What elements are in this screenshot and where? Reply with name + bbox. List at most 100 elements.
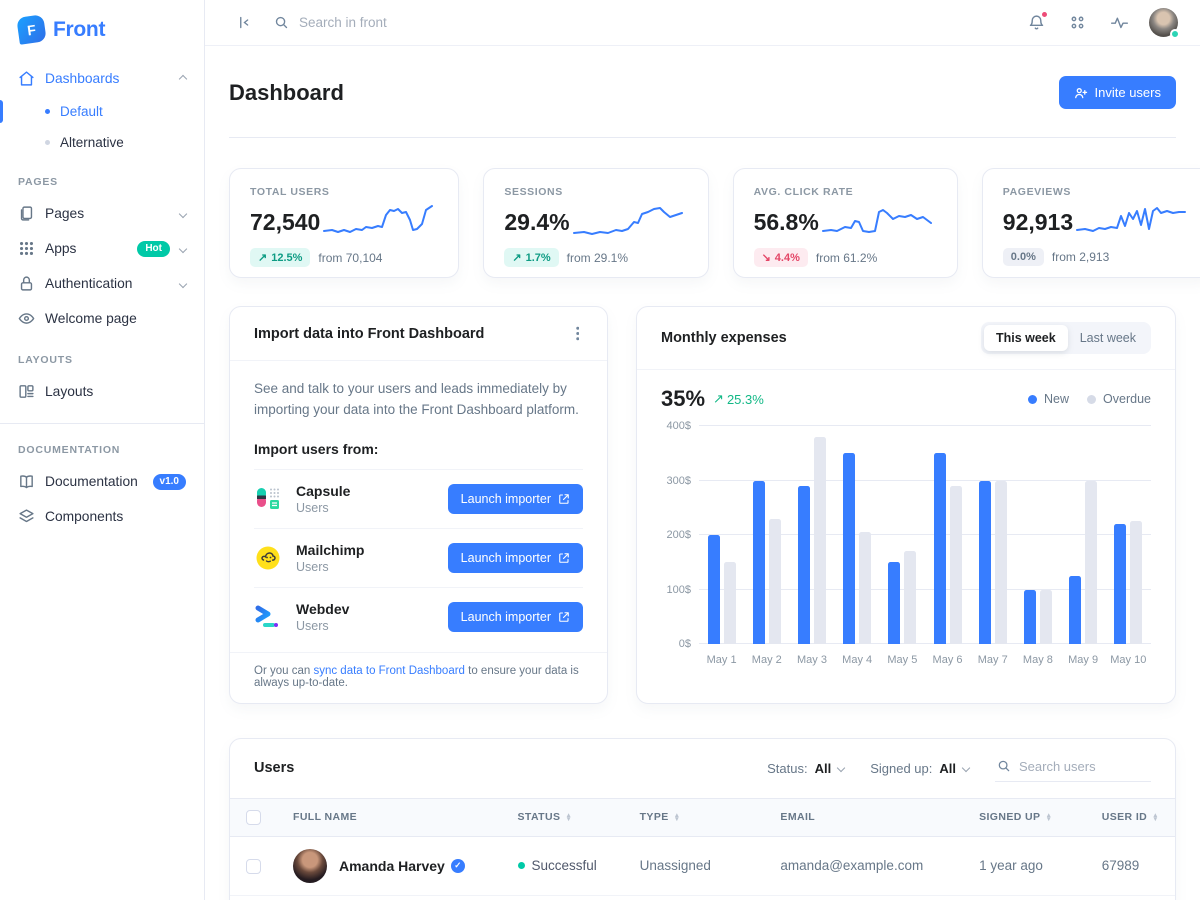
expenses-y-axis: 0$100$200$300$400$ <box>661 426 699 644</box>
bar-new[interactable] <box>1114 524 1126 644</box>
bar-group[interactable]: May 4 <box>843 426 871 644</box>
bar-overdue[interactable] <box>995 481 1007 645</box>
status-filter[interactable]: Status: All <box>767 761 844 776</box>
sidebar-item-apps[interactable]: Apps Hot <box>0 231 204 266</box>
stat-label: PAGEVIEWS <box>1003 186 1191 198</box>
stat-card-total-users[interactable]: TOTAL USERS 72,540 ↗12.5% from 70,104 <box>229 168 459 278</box>
bar-overdue[interactable] <box>769 519 781 644</box>
launch-importer-button[interactable]: Launch importer <box>448 543 583 573</box>
users-search-input[interactable] <box>1019 759 1149 774</box>
sparkline-chart <box>819 200 937 244</box>
sidebar-item-alternative[interactable]: Alternative <box>0 127 204 158</box>
bar-group[interactable]: May 9 <box>1069 426 1097 644</box>
activity-pulse-icon <box>1110 14 1129 31</box>
bar-group[interactable]: May 7 <box>979 426 1007 644</box>
sort-icon[interactable]: ▲▼ <box>1152 814 1159 822</box>
activity-button[interactable] <box>1106 10 1133 35</box>
stat-card-click-rate[interactable]: AVG. CLICK RATE 56.8% ↘4.4% from 61.2% <box>733 168 958 278</box>
sync-data-link[interactable]: sync data to Front Dashboard <box>313 665 465 677</box>
bar-group[interactable]: May 10 <box>1114 426 1142 644</box>
users-search[interactable] <box>995 755 1151 782</box>
sidebar-item-documentation[interactable]: Documentation v1.0 <box>0 464 204 499</box>
sidebar-item-components[interactable]: Components <box>0 499 204 534</box>
bar-group[interactable]: May 1 <box>708 426 736 644</box>
signed-up-filter[interactable]: Signed up: All <box>870 761 969 776</box>
sidebar-item-default[interactable]: Default <box>0 96 204 127</box>
bar-new[interactable] <box>1024 590 1036 645</box>
sidebar: F Front Dashboards Default Alternative P… <box>0 0 205 900</box>
bar-overdue[interactable] <box>1040 590 1052 645</box>
column-signed-up[interactable]: SIGNED UP▲▼ <box>963 798 1086 836</box>
online-status-dot <box>1170 29 1180 39</box>
column-full-name[interactable]: FULL NAME <box>277 798 502 836</box>
bar-overdue[interactable] <box>859 532 871 644</box>
notifications-button[interactable] <box>1024 10 1049 35</box>
column-email[interactable]: EMAIL <box>764 798 963 836</box>
sidebar-item-layouts[interactable]: Layouts <box>0 374 204 409</box>
bar-overdue[interactable] <box>1130 521 1142 644</box>
invite-users-button[interactable]: Invite users <box>1059 76 1176 109</box>
bar-overdue[interactable] <box>724 562 736 644</box>
brand-logo-icon: F <box>16 14 46 44</box>
global-search-input[interactable] <box>299 15 519 30</box>
table-row[interactable]: Amanda Harvey✓ Successful Unassigned ama… <box>230 836 1175 895</box>
select-all-checkbox[interactable] <box>246 810 261 825</box>
bar-group[interactable]: May 3 <box>798 426 826 644</box>
bar-group[interactable]: May 8 <box>1024 426 1052 644</box>
bar-group[interactable]: May 6 <box>934 426 962 644</box>
bar-new[interactable] <box>979 481 991 645</box>
bar-new[interactable] <box>1069 576 1081 644</box>
sort-icon[interactable]: ▲▼ <box>565 814 572 822</box>
import-row-capsule: Capsule Users Launch importer <box>254 469 583 528</box>
bar-overdue[interactable] <box>814 437 826 644</box>
tab-last-week[interactable]: Last week <box>1068 325 1148 351</box>
more-options-button[interactable] <box>572 322 584 345</box>
capsule-logo-icon <box>254 485 282 513</box>
column-status[interactable]: STATUS▲▼ <box>502 798 624 836</box>
sidebar-item-authentication[interactable]: Authentication <box>0 266 204 301</box>
page-header: Dashboard Invite users <box>229 68 1176 138</box>
sort-icon[interactable]: ▲▼ <box>674 814 681 822</box>
user-type: Subscription <box>624 895 765 900</box>
global-search[interactable] <box>274 15 519 30</box>
brand-logo[interactable]: F Front <box>0 10 204 61</box>
user-type: Unassigned <box>624 836 765 895</box>
sort-icon[interactable]: ▲▼ <box>1045 814 1052 822</box>
launch-importer-button[interactable]: Launch importer <box>448 484 583 514</box>
stat-card-pageviews[interactable]: PAGEVIEWS 92,913 0.0% from 2,913 <box>982 168 1200 278</box>
column-type[interactable]: TYPE▲▼ <box>624 798 765 836</box>
grid-icon <box>18 240 35 257</box>
sidebar-item-dashboards[interactable]: Dashboards <box>0 61 204 96</box>
bar-overdue[interactable] <box>950 486 962 644</box>
column-user-id[interactable]: USER ID▲▼ <box>1086 798 1175 836</box>
integration-sub: Users <box>296 619 434 633</box>
y-axis-tick: 100$ <box>667 584 691 596</box>
sidebar-item-pages[interactable]: Pages <box>0 196 204 231</box>
bullet-icon <box>45 109 50 114</box>
bar-new[interactable] <box>708 535 720 644</box>
user-avatar[interactable] <box>1149 8 1178 37</box>
bar-new[interactable] <box>843 453 855 644</box>
sidebar-item-welcome[interactable]: Welcome page <box>0 301 204 336</box>
stat-value: 92,913 <box>1003 209 1073 236</box>
tab-this-week[interactable]: This week <box>984 325 1068 351</box>
bar-new[interactable] <box>798 486 810 644</box>
page-title: Dashboard <box>229 80 344 106</box>
bar-new[interactable] <box>934 453 946 644</box>
collapse-sidebar-button[interactable] <box>233 11 256 34</box>
bar-overdue[interactable] <box>1085 481 1097 645</box>
row-checkbox[interactable] <box>246 859 261 874</box>
stat-card-sessions[interactable]: SESSIONS 29.4% ↗1.7% from 29.1% <box>483 168 708 278</box>
row-import-expenses: Import data into Front Dashboard See and… <box>229 306 1176 704</box>
bar-overdue[interactable] <box>904 551 916 644</box>
bar-group[interactable]: May 5 <box>888 426 916 644</box>
bar-new[interactable] <box>753 481 765 645</box>
launch-importer-button[interactable]: Launch importer <box>448 602 583 632</box>
chevron-down-icon <box>837 764 845 772</box>
import-subtitle: Import users from: <box>254 441 583 457</box>
table-row[interactable]: A Anne Richard Successful Subscription a… <box>230 895 1175 900</box>
apps-menu-button[interactable] <box>1065 10 1090 35</box>
bar-new[interactable] <box>888 562 900 644</box>
brand-logo-letter: F <box>26 21 37 38</box>
bar-group[interactable]: May 2 <box>753 426 781 644</box>
